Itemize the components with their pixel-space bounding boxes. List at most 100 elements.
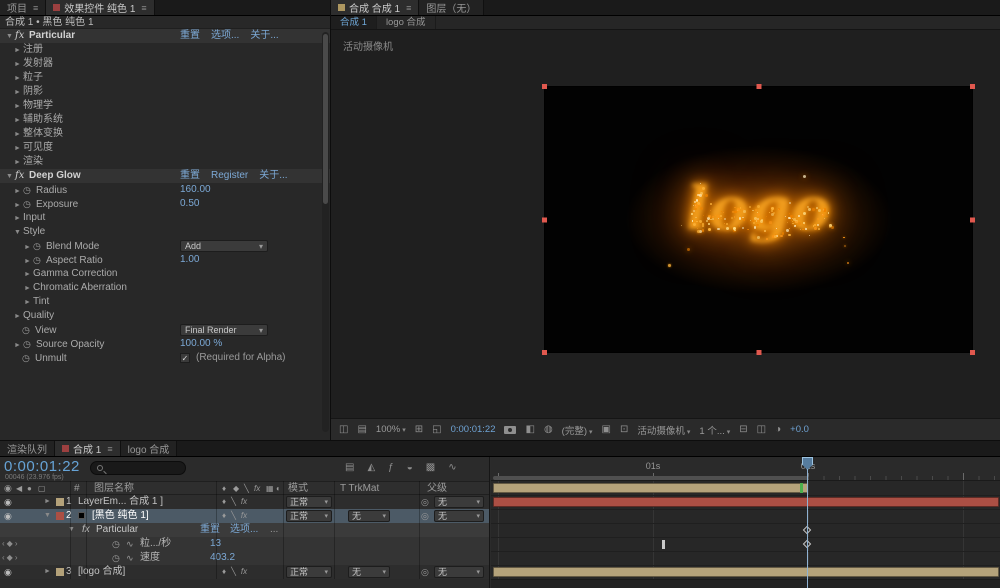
comp-flowchart-icon[interactable]: ▤ (345, 462, 354, 473)
resolution-dropdown[interactable]: (完整) ▾ (562, 423, 593, 437)
playhead-line[interactable] (807, 469, 808, 588)
property-row-blend-mode[interactable]: ► ◷ Blend Mode Add ▾ (0, 239, 330, 253)
quality-icon[interactable]: ♦ (222, 509, 226, 523)
layer-bar-3[interactable] (493, 567, 999, 577)
property-value[interactable]: 1.00 (180, 253, 199, 267)
group-row-gamma[interactable]: ► Gamma Correction (0, 267, 330, 281)
layer-handle[interactable] (542, 350, 547, 355)
channels-icon[interactable]: ◍ (544, 424, 553, 435)
kf-dot-icon[interactable]: ◆ (7, 551, 13, 565)
subtab-logo-comp[interactable]: logo 合成 (377, 16, 436, 29)
layer-handle[interactable] (542, 217, 547, 222)
twirl-closed-icon[interactable]: ► (22, 268, 33, 282)
property-value[interactable]: 403.2 (210, 551, 235, 565)
current-timecode[interactable]: 0:00:01:22 (4, 458, 80, 475)
view-count-dropdown[interactable]: 1 个... ▾ (699, 423, 730, 437)
column-divider[interactable] (70, 481, 71, 579)
panel-menu-icon[interactable]: ≡ (107, 444, 112, 454)
timeline-search-input[interactable] (90, 461, 186, 475)
twirl-closed-icon[interactable]: ► (12, 72, 23, 86)
magnification-icon[interactable]: ▤ (357, 424, 366, 435)
eye-icon[interactable]: ◉ (4, 565, 12, 579)
unmult-checkbox[interactable]: ✓ (180, 353, 190, 363)
tab-timeline-logo[interactable]: logo 合成 (120, 441, 178, 456)
about-link[interactable]: 关于... (250, 30, 278, 41)
group-row-input[interactable]: ► Input (0, 211, 330, 225)
quality-slash-icon[interactable]: ╲ (231, 509, 236, 523)
stopwatch-icon[interactable]: ◷ (22, 351, 35, 365)
kf-prev-icon[interactable]: ‹ (2, 537, 5, 551)
layer-marker[interactable] (800, 483, 803, 493)
trkmat-dropdown[interactable]: 无 ▾ (348, 566, 390, 578)
group-row[interactable]: ► 注册 (0, 43, 330, 57)
parent-pickwhip-icon[interactable]: ◎ (421, 495, 429, 509)
quality-icon[interactable]: ♦ (222, 495, 226, 509)
property-row-particles-per-sec[interactable]: ‹ ◆ › ◷ ∿ 粒.../秒 13 (0, 537, 489, 551)
kf-dot-icon[interactable]: ◆ (7, 537, 13, 551)
exposure-icon[interactable]: ◑ (775, 424, 781, 435)
quality-icon[interactable]: ♦ (222, 565, 226, 579)
column-divider[interactable] (283, 481, 284, 579)
subtab-comp1[interactable]: 合成 1 (331, 16, 377, 29)
twirl-open-icon[interactable]: ▼ (12, 226, 23, 240)
effect-name[interactable]: Particular (96, 523, 138, 537)
twirl-open-icon[interactable]: ▼ (44, 509, 51, 523)
property-value[interactable]: 0.50 (180, 197, 199, 211)
property-row-velocity[interactable]: ‹ ◆ › ◷ ∿ 速度 403.2 (0, 551, 489, 565)
blend-mode-dropdown[interactable]: 正常 ▾ (286, 566, 332, 578)
trkmat-dropdown[interactable]: 无 ▾ (348, 510, 390, 522)
twirl-open-icon[interactable]: ▼ (4, 30, 15, 44)
layer-handle[interactable] (970, 84, 975, 89)
reset-link[interactable]: 重置 (200, 523, 220, 537)
reset-link[interactable]: 重置 (180, 170, 200, 181)
keyframe-navigator[interactable]: ‹ ◆ › (2, 537, 18, 551)
tab-composition[interactable]: 合成 合成 1 ≡ (331, 0, 420, 15)
property-label[interactable]: 速度 (140, 551, 160, 565)
group-row-quality[interactable]: ► Quality (0, 309, 330, 323)
blend-m​ode-dropdown[interactable]: 正常 ▾ (286, 510, 332, 522)
eye-icon[interactable]: ◉ (4, 495, 12, 509)
parent-pickwhip-icon[interactable]: ◎ (421, 509, 429, 523)
kf-next-icon[interactable]: › (15, 537, 18, 551)
comp-timecode[interactable]: 0:00:01:22 (451, 424, 496, 435)
group-row[interactable]: ► 物理学 (0, 99, 330, 113)
twirl-closed-icon[interactable]: ► (12, 156, 23, 170)
scrollbar-thumb[interactable] (323, 34, 328, 204)
tab-timeline-comp1[interactable]: 合成 1 ≡ (55, 441, 121, 456)
stopwatch-icon[interactable]: ◷ (23, 183, 36, 197)
tab-render-queue[interactable]: 渲染队列 (0, 441, 55, 456)
layer-bar-2[interactable] (493, 497, 999, 507)
grid-guides-icon[interactable]: ⊞ (415, 424, 423, 435)
solid-color-swatch[interactable] (78, 512, 85, 519)
eye-icon[interactable]: ◉ (4, 509, 12, 523)
property-row-source-opacity[interactable]: ► ◷ Source Opacity 100.00 % (0, 337, 330, 351)
property-row-radius[interactable]: ► ◷ Radius 160.00 (0, 183, 330, 197)
stopwatch-icon[interactable]: ◷ (112, 537, 120, 551)
stopwatch-icon[interactable]: ◷ (33, 239, 46, 253)
graph-editor-icon[interactable]: ∿ (448, 462, 456, 473)
property-row-unmult[interactable]: ◷ Unmult ✓ (Required for Alpha) (0, 351, 330, 365)
name-column-header[interactable]: 图层名称 (94, 482, 134, 495)
tab-layer[interactable]: 图层（无） (419, 0, 485, 15)
layer-switches[interactable]: ♦ ╲ fx (222, 565, 247, 579)
blend-mode-dropdown[interactable]: 正常 ▾ (286, 496, 332, 508)
layer-name[interactable]: [黑色 纯色 1] (92, 509, 149, 523)
label-color-chip[interactable] (56, 498, 64, 506)
twirl-closed-icon[interactable]: ► (44, 565, 51, 579)
parent-dropdown[interactable]: 无 ▾ (434, 566, 484, 578)
scrollbar[interactable] (322, 32, 329, 432)
twirl-closed-icon[interactable]: ► (12, 128, 23, 142)
column-divider[interactable] (419, 481, 420, 579)
layer-handle[interactable] (970, 350, 975, 355)
parent-dropdown[interactable]: 无 ▾ (434, 510, 484, 522)
blend-mode-dropdown[interactable]: Add ▾ (180, 240, 268, 252)
fx-icon[interactable]: fx (241, 565, 247, 579)
view-dropdown[interactable]: Final Render ▾ (180, 324, 268, 336)
group-row[interactable]: ► 可见度 (0, 141, 330, 155)
effect-header-particular[interactable]: ▼ fx Particular 重置 选项... 关于... (0, 29, 330, 43)
roi-icon[interactable]: ▣ (602, 424, 611, 435)
motion-blur-icon[interactable]: ▩ (426, 462, 435, 473)
group-row-style[interactable]: ▼ Style (0, 225, 330, 239)
keyframe-hold-icon[interactable] (662, 540, 665, 549)
group-row[interactable]: ► 整体变换 (0, 127, 330, 141)
